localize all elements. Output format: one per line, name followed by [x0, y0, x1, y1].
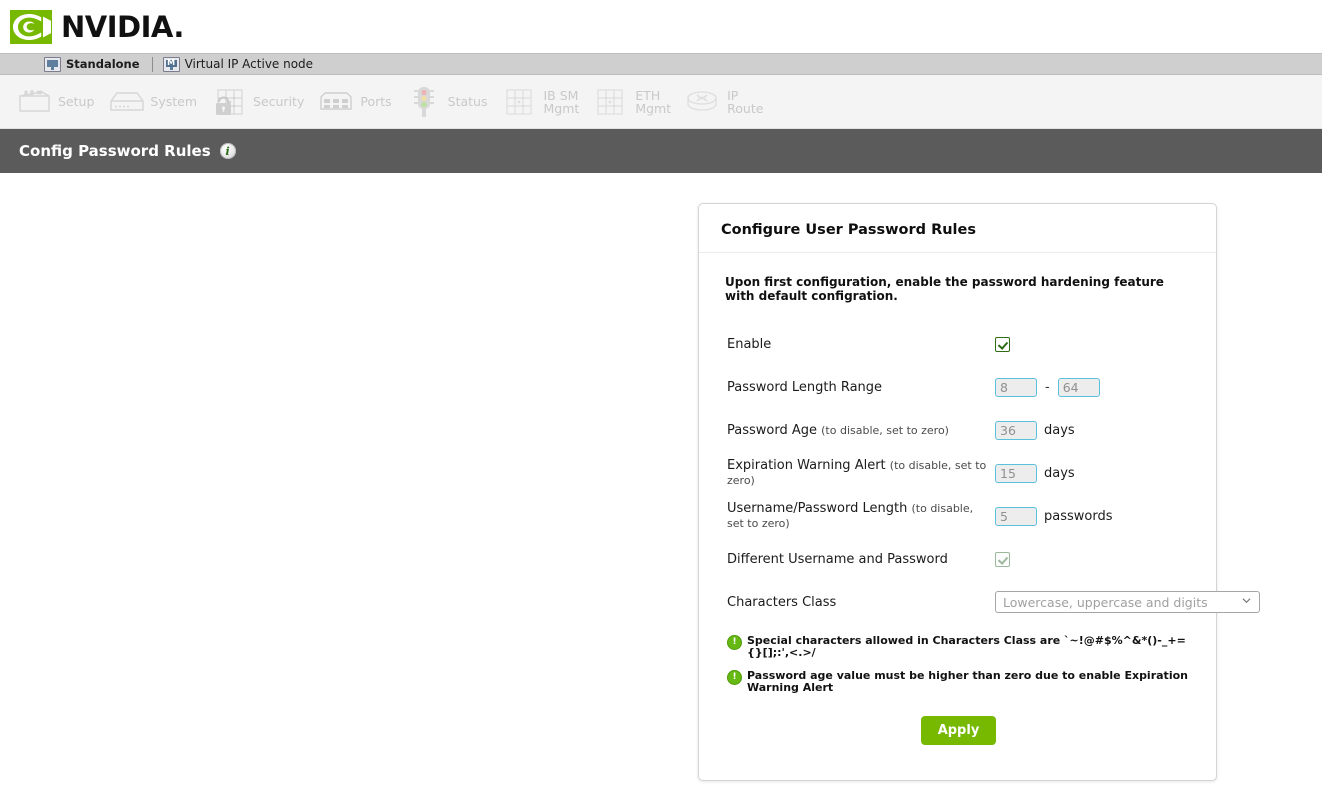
- label-characters-class: Characters Class: [727, 595, 995, 610]
- virtual-ip-badge-letter: M: [164, 58, 179, 68]
- password-rules-card: Configure User Password Rules Upon first…: [698, 203, 1217, 781]
- row-expiration-warning: Expiration Warning Alert (to disable, se…: [727, 454, 1190, 492]
- nav-item-security[interactable]: Security: [203, 75, 310, 129]
- router-disc-icon: [683, 85, 723, 119]
- warning-special-characters-text: Special characters allowed in Characters…: [747, 635, 1190, 659]
- traffic-light-icon: [404, 85, 444, 119]
- label-expiration-warning: Expiration Warning Alert (to disable, se…: [727, 458, 995, 489]
- strip-divider: [152, 57, 153, 72]
- password-age-input[interactable]: [995, 421, 1037, 440]
- fabric-grid-icon: [500, 85, 540, 119]
- control-password-age: days: [995, 421, 1075, 440]
- lock-grid-icon: [209, 85, 249, 119]
- warning-password-age: ! Password age value must be higher than…: [727, 670, 1190, 694]
- main-navigation[interactable]: Setup System: [0, 75, 1322, 129]
- standalone-label: Standalone: [66, 57, 140, 71]
- control-expiration-warning: days: [995, 464, 1075, 483]
- nvidia-wordmark: NVIDIA.: [61, 13, 184, 42]
- different-username-password-checkbox[interactable]: [995, 552, 1010, 567]
- control-characters-class: Lowercase, uppercase and digits: [995, 591, 1260, 613]
- enable-checkbox[interactable]: [995, 337, 1010, 352]
- nav-item-eth-mgmt[interactable]: ETH Mgmt: [585, 75, 677, 129]
- row-enable: Enable: [727, 325, 1190, 363]
- password-length-max-input[interactable]: [1058, 378, 1100, 397]
- password-age-unit: days: [1044, 423, 1075, 438]
- ports-grid-icon: [316, 85, 356, 119]
- standalone-status: Standalone: [44, 57, 140, 72]
- monitor-icon: [44, 57, 61, 72]
- warning-password-age-text: Password age value must be higher than z…: [747, 670, 1190, 694]
- apply-row: Apply: [727, 716, 1190, 745]
- row-characters-class: Characters Class Lowercase, uppercase an…: [727, 583, 1190, 621]
- info-icon[interactable]: i: [220, 143, 236, 159]
- username-password-length-unit: passwords: [1044, 509, 1113, 524]
- warning-special-characters: ! Special characters allowed in Characte…: [727, 635, 1190, 659]
- control-enable: [995, 337, 1010, 352]
- password-length-min-input[interactable]: [995, 378, 1037, 397]
- nav-item-ib-sm-mgmt[interactable]: IB SM Mgmt: [494, 75, 586, 129]
- label-password-age-hint: (to disable, set to zero): [821, 424, 949, 437]
- brand-header: NVIDIA.: [0, 0, 1322, 53]
- label-enable: Enable: [727, 337, 995, 352]
- status-strip: Standalone M Virtual IP Active node: [0, 53, 1322, 75]
- warnings-list: ! Special characters allowed in Characte…: [727, 629, 1190, 693]
- card-title: Configure User Password Rules: [721, 222, 1216, 238]
- nav-item-ports[interactable]: Ports: [310, 75, 397, 129]
- control-password-length-range: -: [995, 378, 1100, 397]
- label-password-age-main: Password Age: [727, 423, 817, 438]
- page-title: Config Password Rules: [19, 142, 211, 160]
- nav-label-eth-mgmt: ETH Mgmt: [635, 89, 671, 115]
- virtual-ip-status: M Virtual IP Active node: [163, 57, 314, 72]
- row-username-password-length: Username/Password Length (to disable, se…: [727, 497, 1190, 535]
- control-different-username-password: [995, 552, 1010, 567]
- row-password-length-range: Password Length Range -: [727, 368, 1190, 406]
- nav-label-ip-route: IP Route: [727, 89, 763, 115]
- nav-item-status[interactable]: Status: [398, 75, 494, 129]
- username-password-length-input[interactable]: [995, 507, 1037, 526]
- sliders-panel-icon: [14, 85, 54, 119]
- row-different-username-password: Different Username and Password: [727, 540, 1190, 578]
- card-header: Configure User Password Rules: [699, 204, 1216, 253]
- exclamation-circle-icon: !: [727, 635, 742, 650]
- nav-label-system: System: [150, 95, 197, 108]
- row-password-age: Password Age (to disable, set to zero) d…: [727, 411, 1190, 449]
- monitor-m-icon: M: [163, 57, 180, 72]
- nvidia-logo[interactable]: NVIDIA.: [10, 10, 184, 44]
- characters-class-select[interactable]: Lowercase, uppercase and digits: [995, 591, 1260, 613]
- label-password-age: Password Age (to disable, set to zero): [727, 423, 995, 438]
- exclamation-circle-icon: !: [727, 670, 742, 685]
- expiration-warning-unit: days: [1044, 466, 1075, 481]
- nav-item-ip-route[interactable]: IP Route: [677, 75, 769, 129]
- apply-button[interactable]: Apply: [921, 716, 997, 745]
- page-title-bar: Config Password Rules i: [0, 129, 1322, 173]
- content-area: Configure User Password Rules Upon first…: [0, 173, 1322, 795]
- control-username-password-length: passwords: [995, 507, 1113, 526]
- label-username-password-length: Username/Password Length (to disable, se…: [727, 501, 995, 532]
- label-different-username-password: Different Username and Password: [727, 552, 995, 567]
- label-password-length-range: Password Length Range: [727, 380, 995, 395]
- label-username-password-length-main: Username/Password Length: [727, 501, 907, 516]
- nav-label-ib-sm-mgmt: IB SM Mgmt: [544, 89, 580, 115]
- nav-label-status: Status: [448, 95, 488, 108]
- virtual-ip-label: Virtual IP Active node: [185, 57, 314, 71]
- card-note: Upon first configuration, enable the pas…: [699, 253, 1216, 303]
- nvidia-eye-logo-icon: [10, 10, 52, 44]
- server-chassis-icon: [106, 85, 146, 119]
- chevron-down-icon: [1242, 596, 1251, 605]
- password-rules-form: Enable Password Length Range - Password …: [699, 325, 1216, 744]
- fabric-grid-icon: [591, 85, 631, 119]
- label-expiration-warning-main: Expiration Warning Alert: [727, 458, 886, 473]
- nav-item-setup[interactable]: Setup: [8, 75, 100, 129]
- nav-item-system[interactable]: System: [100, 75, 203, 129]
- nav-label-security: Security: [253, 95, 304, 108]
- length-range-separator: -: [1044, 380, 1051, 395]
- nav-label-ports: Ports: [360, 95, 391, 108]
- expiration-warning-input[interactable]: [995, 464, 1037, 483]
- nav-label-setup: Setup: [58, 95, 94, 108]
- characters-class-selected-value: Lowercase, uppercase and digits: [1003, 595, 1208, 610]
